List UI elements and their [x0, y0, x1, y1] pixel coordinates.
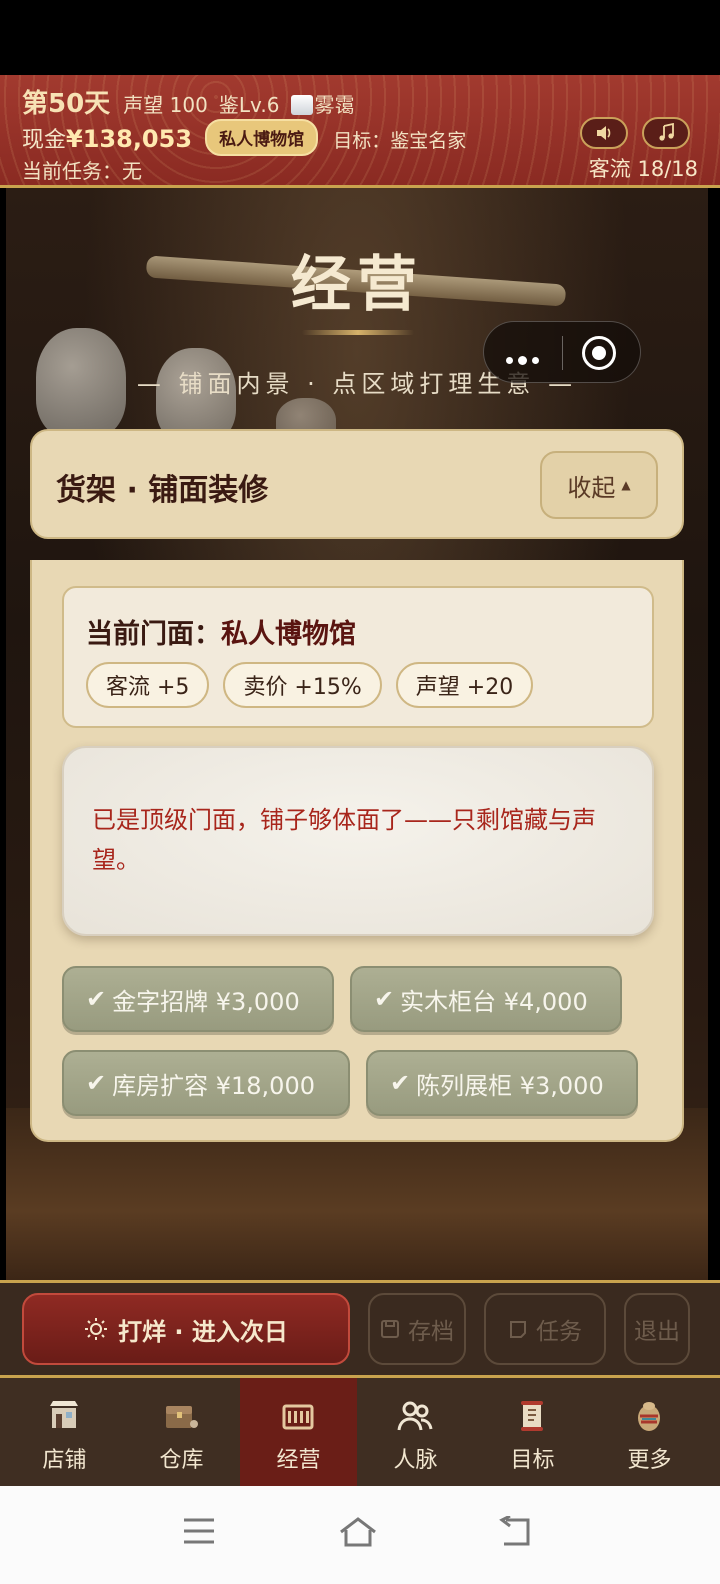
- music-note-icon: [659, 123, 674, 141]
- quit-label: 退出: [634, 1319, 680, 1345]
- visitor-flow: 客流 18/18: [588, 157, 698, 181]
- tab-business[interactable]: 经营: [240, 1378, 357, 1486]
- home-icon[interactable]: [338, 1516, 378, 1548]
- checkmark-icon: ✔: [86, 1069, 107, 1097]
- close-target-icon[interactable]: [582, 336, 616, 370]
- tasks-button[interactable]: 任务: [484, 1293, 606, 1365]
- bonus-chip: 客流 +5: [86, 662, 210, 708]
- tab-goals[interactable]: 目标: [474, 1378, 591, 1486]
- header-row-3: 当前任务：无: [22, 155, 142, 184]
- upgrade-label: 金字招牌 ¥3,000: [112, 987, 300, 1016]
- more-vase-icon: [638, 1402, 660, 1431]
- note-text: 已是顶级门面，铺子够体面了——只剩馆藏与声望。: [92, 806, 596, 874]
- upgrade-label: 陈列展柜 ¥3,000: [416, 1071, 604, 1100]
- page-title: 经营: [291, 250, 423, 320]
- upgrade-button[interactable]: ✔ 陈列展柜 ¥3,000: [366, 1050, 638, 1116]
- save-label: 存档: [408, 1319, 454, 1345]
- scroll-icon: [521, 1401, 543, 1431]
- action-bar: 打烊 · 进入次日 存档 任务 退出: [0, 1280, 720, 1378]
- end-day-label: 打烊 · 进入次日: [118, 1317, 288, 1346]
- tasks-label: 任务: [536, 1319, 582, 1345]
- speaker-icon: [597, 126, 611, 140]
- status-note: 已是顶级门面，铺子够体面了——只剩馆藏与声望。: [62, 746, 654, 936]
- abacus-icon: [282, 1404, 314, 1430]
- shelf-panel-body: 当前门面：私人博物馆 客流 +5 卖价 +15% 声望 +20 已是顶级门面，铺…: [30, 560, 684, 1142]
- header-row-1: 第50天 声望 100 鉴Lv.6 雾霭: [22, 83, 355, 120]
- upgrade-button[interactable]: ✔ 库房扩容 ¥18,000: [62, 1050, 350, 1116]
- reputation-label: 声望 100: [123, 93, 208, 117]
- shelf-panel-header[interactable]: 货架 · 铺面装修 收起 ▲: [30, 429, 684, 539]
- miniprogram-capsule: [483, 321, 641, 383]
- weather-indicator: 雾霭: [290, 93, 355, 117]
- upgrade-button[interactable]: ✔ 实木柜台 ¥4,000: [350, 966, 622, 1032]
- fog-icon: [290, 95, 313, 115]
- bonus-chip: 声望 +20: [395, 662, 534, 708]
- checkmark-icon: ✔: [86, 985, 107, 1013]
- cash-value: ¥138,053: [66, 125, 193, 153]
- cash-label: 现金: [22, 128, 67, 153]
- menu-icon[interactable]: [182, 1516, 216, 1546]
- collapse-button[interactable]: 收起 ▲: [540, 451, 658, 519]
- warehouse-chest-icon: [166, 1406, 198, 1428]
- header-row-2: 现金¥138,053 私人博物馆 目标：鉴宝名家: [22, 119, 466, 156]
- checkmark-icon: ✔: [374, 985, 395, 1013]
- people-icon: [397, 1401, 433, 1431]
- triangle-up-icon: ▲: [621, 478, 631, 492]
- sun-icon: [85, 1318, 108, 1340]
- tab-label: 人脉: [393, 1448, 438, 1473]
- title-divider: [302, 330, 414, 335]
- shop-interior-scene: 经营 — 铺面内景 · 点区域打理生意 — 货架 · 铺面装修 收起 ▲ 当前门面…: [6, 188, 708, 1280]
- end-day-button[interactable]: 打烊 · 进入次日: [22, 1293, 350, 1365]
- system-navigation-bar: [0, 1486, 720, 1584]
- tab-warehouse[interactable]: 仓库: [123, 1378, 240, 1486]
- collapse-label: 收起: [567, 473, 616, 502]
- museum-badge[interactable]: 私人博物馆: [205, 119, 319, 156]
- storefront-name: 私人博物馆: [221, 619, 356, 650]
- upgrade-label: 实木柜台 ¥4,000: [400, 987, 588, 1016]
- quit-button[interactable]: 退出: [624, 1293, 690, 1365]
- status-bar: [0, 0, 720, 75]
- tab-label: 仓库: [159, 1448, 204, 1473]
- more-menu-icon[interactable]: [506, 349, 544, 368]
- day-counter: 第50天: [22, 89, 111, 119]
- tab-label: 更多: [627, 1448, 672, 1473]
- save-icon: [381, 1320, 399, 1338]
- bonus-chips: 客流 +5 卖价 +15% 声望 +20: [86, 662, 534, 708]
- current-task: 当前任务：无: [22, 159, 142, 183]
- sound-toggle-button[interactable]: [580, 117, 628, 149]
- capsule-divider: [562, 336, 563, 370]
- storefront-label: 当前门面：私人博物馆: [86, 612, 356, 651]
- tab-more[interactable]: 更多: [591, 1378, 708, 1486]
- weather-label: 雾霭: [314, 93, 355, 117]
- goal-label: 目标：鉴宝名家: [333, 130, 467, 152]
- bonus-chip: 卖价 +15%: [223, 662, 382, 708]
- tab-contacts[interactable]: 人脉: [357, 1378, 474, 1486]
- music-toggle-button[interactable]: [642, 117, 690, 149]
- appraisal-level: 鉴Lv.6: [218, 93, 280, 117]
- tab-label: 经营: [276, 1448, 321, 1473]
- upgrade-label: 库房扩容 ¥18,000: [112, 1071, 315, 1100]
- game-header: 第50天 声望 100 鉴Lv.6 雾霭 现金¥138,053 私人博物馆 目标…: [0, 75, 720, 188]
- task-icon: [510, 1321, 526, 1338]
- back-icon[interactable]: [498, 1516, 534, 1548]
- save-button[interactable]: 存档: [368, 1293, 466, 1365]
- panel-title: 货架 · 铺面装修: [56, 473, 269, 508]
- checkmark-icon: ✔: [390, 1069, 411, 1097]
- tab-label: 目标: [510, 1448, 555, 1473]
- tab-shop[interactable]: 店铺: [6, 1378, 123, 1486]
- storefront-card: 当前门面：私人博物馆 客流 +5 卖价 +15% 声望 +20: [62, 586, 654, 728]
- upgrade-button[interactable]: ✔ 金字招牌 ¥3,000: [62, 966, 334, 1032]
- tab-label: 店铺: [42, 1448, 87, 1473]
- bottom-tab-bar: 店铺 仓库 经营 人脉 目标 更多: [0, 1378, 720, 1486]
- storefront-prefix: 当前门面：: [86, 619, 221, 650]
- shop-icon: [50, 1401, 78, 1428]
